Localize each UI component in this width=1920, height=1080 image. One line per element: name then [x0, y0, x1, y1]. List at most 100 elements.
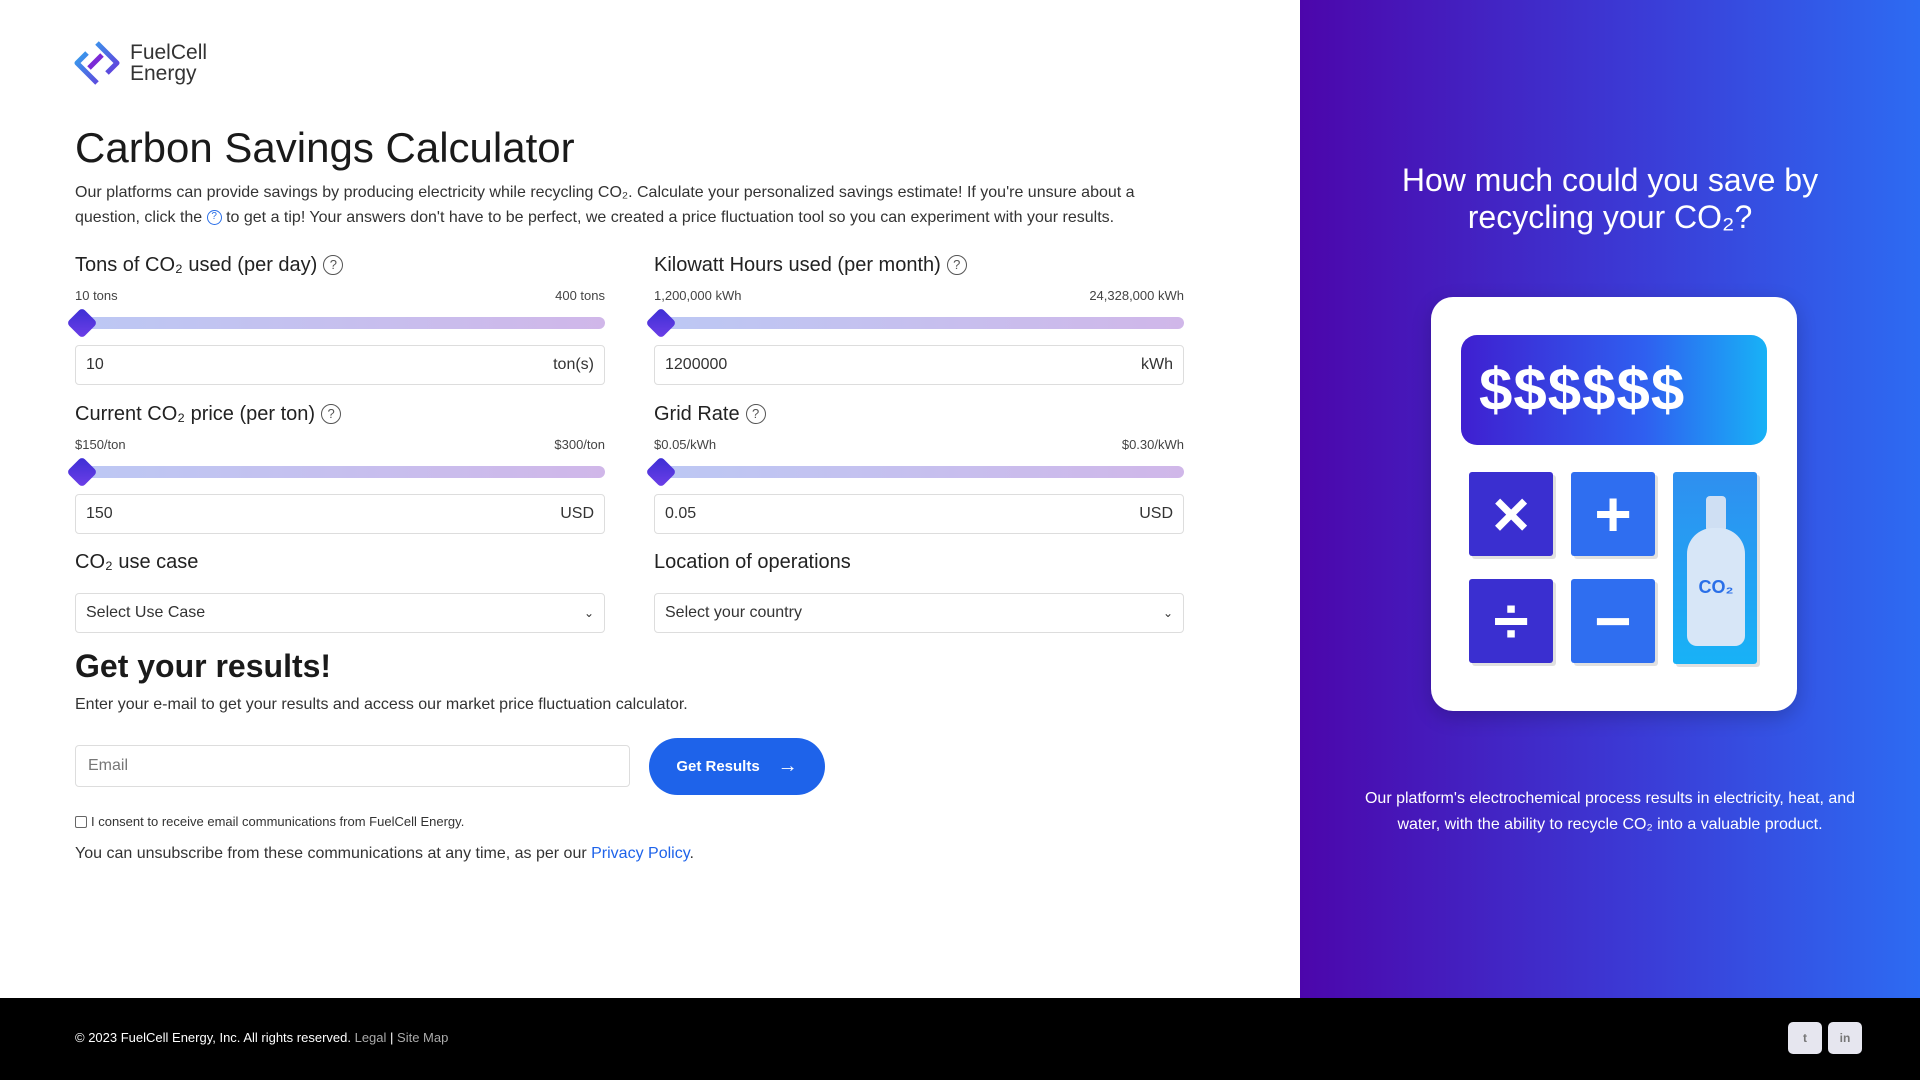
results-subtitle: Enter your e-mail to get your results an… — [75, 696, 688, 713]
consent-label: I consent to receive email communication… — [91, 814, 465, 829]
price-value: 150 — [86, 505, 113, 522]
footer-text: © 2023 FuelCell Energy, Inc. All rights … — [75, 1030, 448, 1045]
tons-label: Tons of CO₂ used (per day) — [75, 253, 318, 276]
kwh-label: Kilowatt Hours used (per month) — [654, 253, 941, 276]
kwh-min: 1,200,000 kWh — [654, 288, 742, 303]
promo-title-line1: How much could you save by — [1401, 162, 1819, 198]
location-field: Location of operations Select your count… — [654, 551, 1184, 633]
kwh-label-row: Kilowatt Hours used (per month) ? — [654, 252, 1184, 278]
logo-line2: Energy — [130, 62, 197, 85]
co2-key: CO₂ — [1673, 472, 1757, 664]
price-min: $150/ton — [75, 437, 126, 452]
promo-description: Our platform's electrochemical process r… — [1364, 790, 1856, 833]
tons-label-row: Tons of CO₂ used (per day) ? — [75, 252, 605, 278]
help-icon[interactable]: ? — [946, 255, 967, 275]
results-title: Get your results! — [75, 648, 332, 684]
price-slider[interactable] — [66, 456, 605, 488]
fuelcell-logo-icon — [74, 41, 120, 85]
promo-title: How much could you save by recycling you… — [1300, 162, 1920, 236]
tons-field: Tons of CO₂ used (per day) ? 10 tons 400… — [66, 252, 605, 385]
get-results-label: Get Results — [676, 758, 760, 775]
bottle-label: CO₂ — [1698, 576, 1734, 597]
location-value: Select your country — [665, 604, 802, 621]
grid-min: $0.05/kWh — [654, 437, 717, 452]
price-slider-thumb[interactable] — [66, 456, 98, 488]
intro-text: Our platforms can provide savings by pro… — [75, 180, 1175, 230]
intro-part2: to get a tip! Your answers don't have to… — [226, 209, 1115, 226]
arrow-right-icon: → — [777, 755, 798, 777]
footer: © 2023 FuelCell Energy, Inc. All rights … — [0, 998, 1920, 1080]
grid-range: $0.05/kWh $0.30/kWh — [654, 437, 1184, 452]
price-max: $300/ton — [554, 437, 605, 452]
grid-label-row: Grid Rate ? — [654, 401, 1184, 427]
linkedin-icon[interactable]: in — [1828, 1022, 1862, 1054]
price-range: $150/ton $300/ton — [75, 437, 605, 452]
use-case-value: Select Use Case — [86, 604, 206, 621]
twitter-glyph: t — [1803, 1031, 1807, 1045]
grid-label: Grid Rate — [654, 402, 740, 425]
promo-title-line2: recycling your CO₂? — [1467, 199, 1753, 235]
price-unit: USD — [560, 505, 594, 522]
tons-max: 400 tons — [555, 288, 605, 303]
plus-icon: + — [1571, 472, 1655, 556]
consent-checkbox[interactable] — [75, 815, 87, 828]
grid-unit: USD — [1139, 505, 1173, 522]
footer-separator: | — [390, 1030, 394, 1045]
kwh-field: Kilowatt Hours used (per month) ? 1,200,… — [645, 252, 1184, 385]
calculator-screen: $$$$$$ — [1461, 335, 1767, 445]
tons-slider-thumb[interactable] — [66, 307, 98, 339]
chevron-down-icon: ⌄ — [1162, 606, 1173, 620]
logo-wordmark: FuelCell Energy — [130, 42, 207, 84]
minus-icon: − — [1571, 579, 1655, 663]
grid-value: 0.05 — [665, 505, 697, 522]
tons-min: 10 tons — [75, 288, 118, 303]
calculator-panel: FuelCell Energy Carbon Savings Calculato… — [0, 0, 1300, 998]
divide-icon: ÷ — [1469, 579, 1553, 663]
promo-panel: How much could you save by recycling you… — [1300, 0, 1920, 998]
copyright: © 2023 FuelCell Energy, Inc. All rights … — [75, 1030, 351, 1045]
fuelcell-logo[interactable]: FuelCell Energy — [74, 40, 207, 86]
get-results-button[interactable]: Get Results → — [649, 738, 825, 795]
tons-input[interactable]: 10 ton(s) — [75, 345, 605, 385]
legal-link[interactable]: Legal — [355, 1030, 387, 1045]
kwh-unit: kWh — [1141, 356, 1173, 373]
page-title: Carbon Savings Calculator — [75, 124, 575, 171]
kwh-range: 1,200,000 kWh 24,328,000 kWh — [654, 288, 1184, 303]
price-field: Current CO₂ price (per ton) ? $150/ton $… — [66, 401, 605, 534]
price-input[interactable]: 150 USD — [75, 494, 605, 534]
price-label: Current CO₂ price (per ton) — [75, 402, 316, 425]
sitemap-link[interactable]: Site Map — [397, 1030, 448, 1045]
grid-field: Grid Rate ? $0.05/kWh $0.30/kWh 0.05 USD — [645, 401, 1184, 534]
use-case-field: CO₂ use case Select Use Case ⌄ — [75, 551, 605, 633]
grid-input[interactable]: 0.05 USD — [654, 494, 1184, 534]
help-icon[interactable]: ? — [323, 255, 344, 275]
kwh-input[interactable]: 1200000 kWh — [654, 345, 1184, 385]
grid-slider[interactable] — [645, 456, 1184, 488]
unsubscribe-end: . — [689, 845, 694, 862]
kwh-slider[interactable] — [645, 307, 1184, 339]
help-icon: ? — [206, 210, 222, 226]
kwh-value: 1200000 — [665, 356, 728, 373]
grid-max: $0.30/kWh — [1121, 437, 1184, 452]
use-case-select[interactable]: Select Use Case ⌄ — [75, 593, 605, 633]
tons-range: 10 tons 400 tons — [75, 288, 605, 303]
twitter-icon[interactable]: t — [1788, 1022, 1822, 1054]
price-label-row: Current CO₂ price (per ton) ? — [75, 401, 605, 427]
help-icon[interactable]: ? — [321, 404, 342, 424]
tons-value: 10 — [86, 356, 104, 373]
kwh-slider-thumb[interactable] — [645, 307, 677, 339]
logo-line1: FuelCell — [130, 41, 208, 64]
kwh-max: 24,328,000 kWh — [1089, 288, 1184, 303]
tons-slider[interactable] — [66, 307, 605, 339]
unsubscribe-note: You can unsubscribe from these communica… — [75, 845, 694, 863]
multiply-icon: × — [1469, 472, 1553, 556]
privacy-policy-link[interactable]: Privacy Policy — [591, 845, 689, 862]
consent-row: I consent to receive email communication… — [75, 814, 464, 829]
calculator-illustration: $$$$$$ × + ÷ − CO₂ — [1431, 297, 1797, 711]
bottle-neck — [1706, 496, 1726, 532]
email-placeholder: Email — [88, 757, 129, 774]
grid-slider-thumb[interactable] — [645, 456, 677, 488]
location-select[interactable]: Select your country ⌄ — [654, 593, 1184, 633]
help-icon[interactable]: ? — [745, 404, 766, 424]
email-field[interactable]: Email — [75, 745, 630, 787]
